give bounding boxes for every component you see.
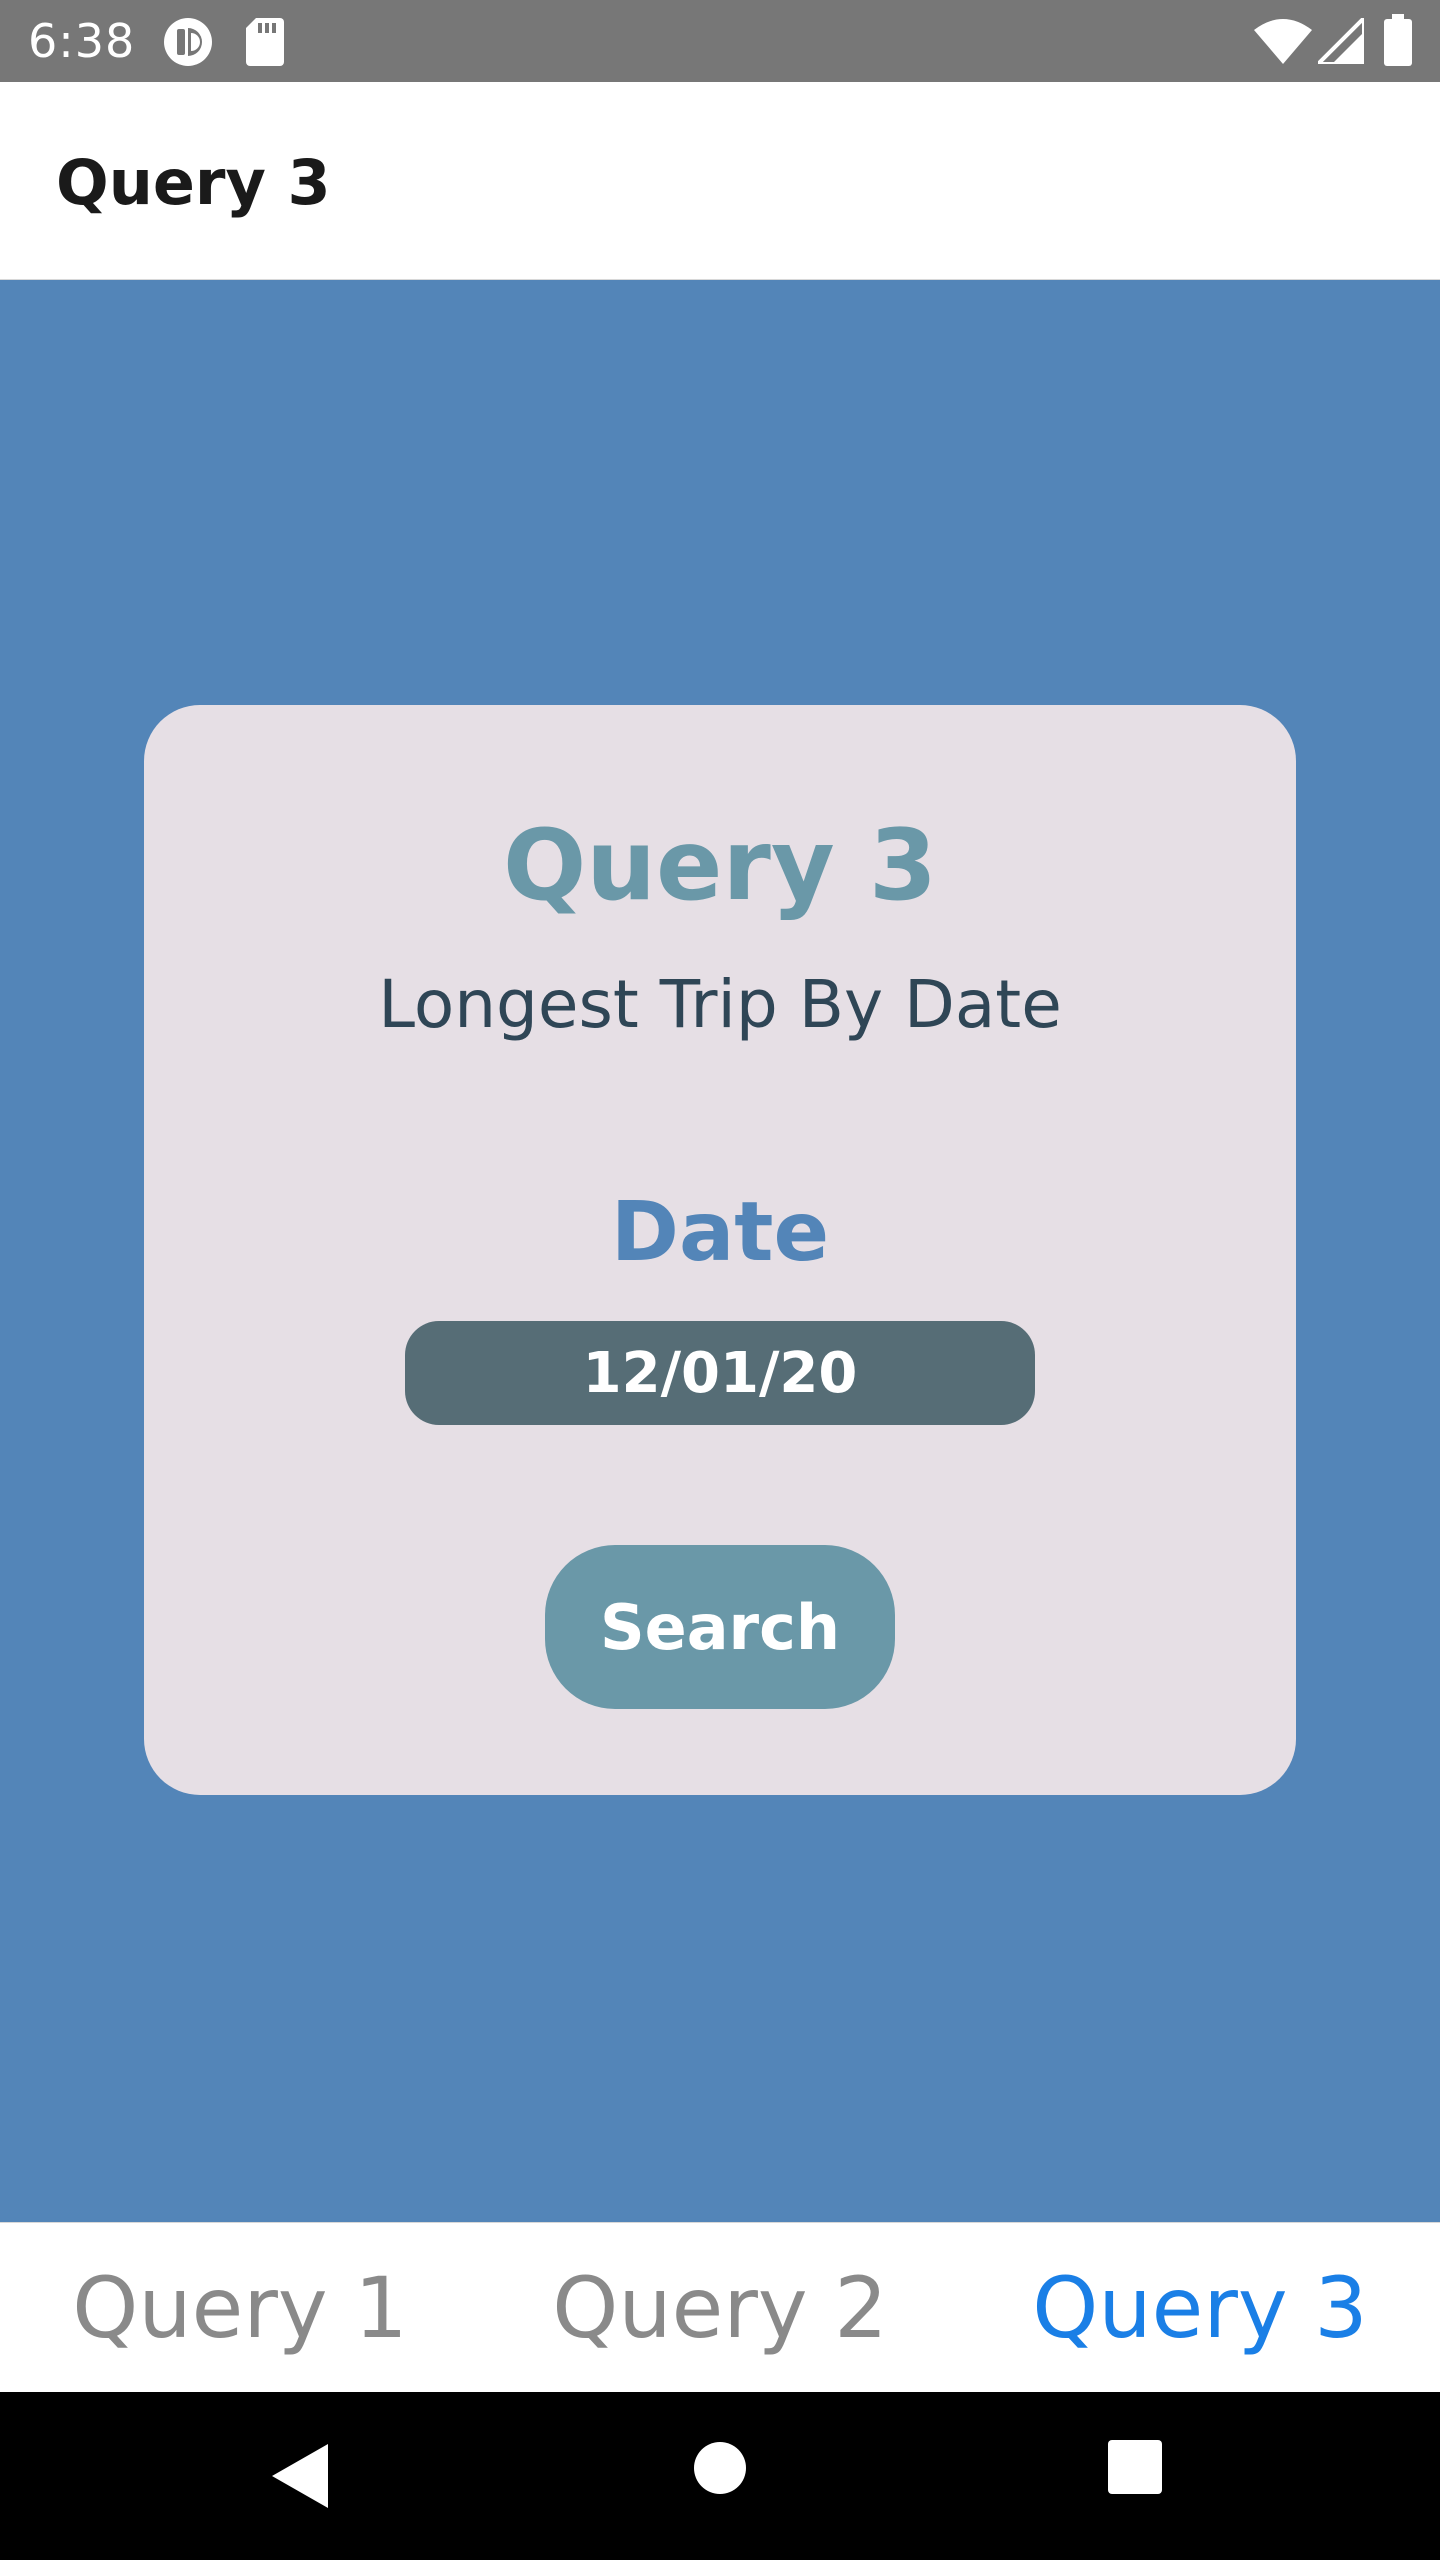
date-input[interactable] bbox=[405, 1321, 1035, 1425]
card-subtitle: Longest Trip By Date bbox=[378, 966, 1062, 1043]
query-card: Query 3 Longest Trip By Date Date Search bbox=[144, 705, 1296, 1795]
sync-icon bbox=[164, 18, 212, 66]
signal-icon bbox=[1318, 18, 1364, 64]
status-time: 6:38 bbox=[28, 14, 136, 68]
search-button[interactable]: Search bbox=[545, 1545, 895, 1709]
navigation-bar bbox=[0, 2392, 1440, 2560]
tab-query-1[interactable]: Query 1 bbox=[0, 2223, 480, 2393]
recents-icon[interactable] bbox=[1108, 2440, 1162, 2494]
sd-card-icon bbox=[246, 18, 284, 66]
app-bar: Query 3 bbox=[0, 82, 1440, 280]
wifi-icon bbox=[1254, 19, 1312, 64]
battery-icon bbox=[1384, 14, 1412, 66]
status-bar: 6:38 bbox=[0, 0, 1440, 82]
app-screen: 6:38 Query 3 Query 3 Longest Trip By Dat… bbox=[0, 0, 1440, 2560]
bottom-tab-bar: Query 1 Query 2 Query 3 bbox=[0, 2222, 1440, 2392]
back-icon[interactable] bbox=[272, 2444, 328, 2508]
home-icon[interactable] bbox=[694, 2442, 746, 2494]
app-bar-title: Query 3 bbox=[56, 146, 331, 219]
card-title: Query 3 bbox=[502, 809, 938, 923]
tab-query-2[interactable]: Query 2 bbox=[480, 2223, 960, 2393]
date-label: Date bbox=[610, 1185, 830, 1280]
tab-query-3[interactable]: Query 3 bbox=[960, 2223, 1440, 2393]
content-area: Query 3 Longest Trip By Date Date Search bbox=[0, 280, 1440, 2222]
